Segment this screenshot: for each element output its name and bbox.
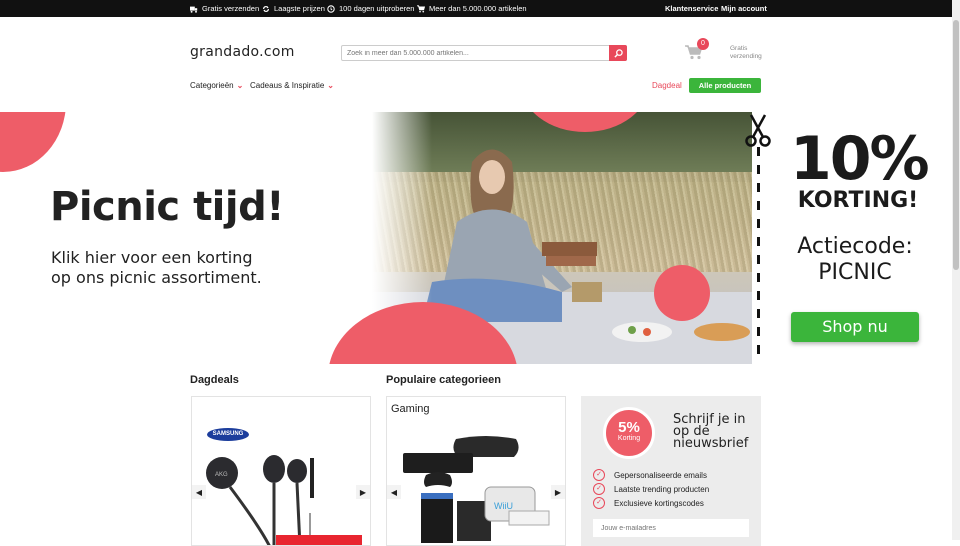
banner-subtitle-line2: op ons picnic assortiment.	[51, 268, 262, 287]
banner-headline: Picnic tijd!	[50, 184, 284, 230]
scrollbar[interactable]	[952, 0, 960, 540]
dagdeal-link[interactable]: Dagdeal	[652, 81, 682, 90]
category-caption: Gaming	[391, 403, 430, 415]
chevron-down-icon: ⌄	[236, 81, 244, 90]
newsletter-panel: 5% Korting Schrijf je in op de nieuwsbri…	[581, 396, 761, 546]
bubble-label: Korting	[617, 435, 641, 442]
perk-label: Laatste trending producten	[614, 484, 710, 494]
decor-circle	[0, 112, 66, 172]
search-icon	[613, 48, 623, 58]
nav-gifts[interactable]: Cadeaus & Inspiratie ⌄	[250, 81, 334, 90]
svg-text:WiiU: WiiU	[494, 501, 513, 511]
search-button[interactable]	[609, 45, 627, 61]
dagdeal-next-button[interactable]: ▶	[356, 485, 370, 499]
category-card-gaming[interactable]: Gaming WiiU ◀ ▶	[386, 396, 566, 546]
chevron-down-icon: ⌄	[327, 81, 334, 90]
earphones-image: AKG	[206, 455, 314, 545]
check-icon: ✓	[593, 469, 605, 481]
usp-trial: 100 dagen uitproberen	[327, 4, 414, 13]
category-next-button[interactable]: ▶	[551, 485, 565, 499]
promo-code-value: PICNIC	[818, 260, 892, 285]
discount-bubble: 5% Korting	[603, 407, 655, 459]
nav-gifts-label: Cadeaus & Inspiratie	[250, 81, 325, 90]
all-products-button[interactable]: Alle producten	[689, 78, 761, 93]
shipping-line1: Gratis	[730, 45, 748, 52]
bubble-percent: 5%	[618, 419, 640, 436]
gaming-image: WiiU	[403, 436, 550, 543]
newsletter-perk: ✓ Exclusieve kortingscodes	[593, 497, 704, 509]
dagdeals-title: Dagdeals	[190, 374, 239, 386]
newsletter-perk: ✓ Laatste trending producten	[593, 483, 709, 495]
usp-lowest-prices: Laagste prijzen	[262, 4, 325, 13]
refresh-icon	[263, 5, 269, 12]
check-icon: ✓	[593, 483, 605, 495]
discount-percent: 10%	[790, 124, 930, 194]
customer-service-link[interactable]: Klantenservice	[665, 4, 718, 13]
shipping-note: Gratis verzending	[730, 45, 762, 61]
usp-free-shipping: Gratis verzenden	[190, 4, 259, 13]
my-account-link[interactable]: Mijn account	[721, 4, 767, 13]
cart-icon	[417, 4, 425, 12]
cart-count-badge: 0	[697, 38, 709, 50]
perk-label: Exclusieve kortingscodes	[614, 498, 704, 508]
search-box	[341, 45, 627, 61]
usp-label: Gratis verzenden	[202, 4, 260, 13]
popular-categories-title: Populaire categorieen	[386, 374, 501, 386]
usp-articles: Meer dan 5.000.000 artikelen	[417, 4, 527, 13]
perk-label: Gepersonaliseerde emails	[614, 470, 707, 480]
clock-icon	[327, 4, 335, 13]
newsletter-perk: ✓ Gepersonaliseerde emails	[593, 469, 707, 481]
usp-label: 100 dagen uitproberen	[339, 4, 415, 13]
check-icon: ✓	[593, 497, 605, 509]
photo-food	[542, 242, 750, 342]
arrow-left-icon: ◀	[390, 487, 398, 497]
newsletter-email-input[interactable]	[593, 519, 749, 537]
search-input[interactable]	[342, 46, 610, 60]
usp-label: Laagste prijzen	[274, 4, 325, 13]
arrow-right-icon: ▶	[359, 487, 367, 497]
promo-banner[interactable]: Picnic tijd! Klik hier voor een korting …	[0, 112, 952, 364]
promo-code-label: Actiecode:	[797, 234, 913, 259]
decor-circle	[654, 265, 710, 321]
nav-categories-label: Categorieën	[190, 81, 234, 90]
arrow-left-icon: ◀	[195, 487, 203, 497]
nav-categories[interactable]: Categorieën ⌄	[190, 81, 243, 90]
brand-logo: SAMSUNG	[207, 428, 249, 441]
dagdeal-card[interactable]: SAMSUNG AKG ◀ ▶	[191, 396, 371, 546]
shipping-line2: verzending	[730, 53, 762, 60]
cut-line	[757, 147, 760, 357]
scissors-icon	[745, 114, 771, 147]
newsletter-title: Schrijf je in op de nieuwsbrief	[673, 412, 749, 451]
arrow-right-icon: ▶	[554, 487, 562, 497]
discount-label: KORTING!	[797, 188, 919, 213]
shop-now-button[interactable]: Shop nu	[791, 312, 919, 342]
logo[interactable]: grandado.com	[190, 44, 295, 60]
usp-label: Meer dan 5.000.000 artikelen	[429, 4, 527, 13]
cart-button[interactable]: 0	[685, 38, 709, 62]
category-prev-button[interactable]: ◀	[387, 485, 401, 499]
scrollbar-thumb[interactable]	[953, 20, 959, 270]
truck-icon	[190, 6, 198, 13]
price-tag	[276, 535, 362, 545]
svg-text:AKG: AKG	[215, 472, 228, 478]
top-bar: Gratis verzenden Laagste prijzen 100 dag…	[0, 0, 952, 17]
dagdeal-prev-button[interactable]: ◀	[192, 485, 206, 499]
banner-subtitle-line1: Klik hier voor een korting	[51, 248, 253, 267]
